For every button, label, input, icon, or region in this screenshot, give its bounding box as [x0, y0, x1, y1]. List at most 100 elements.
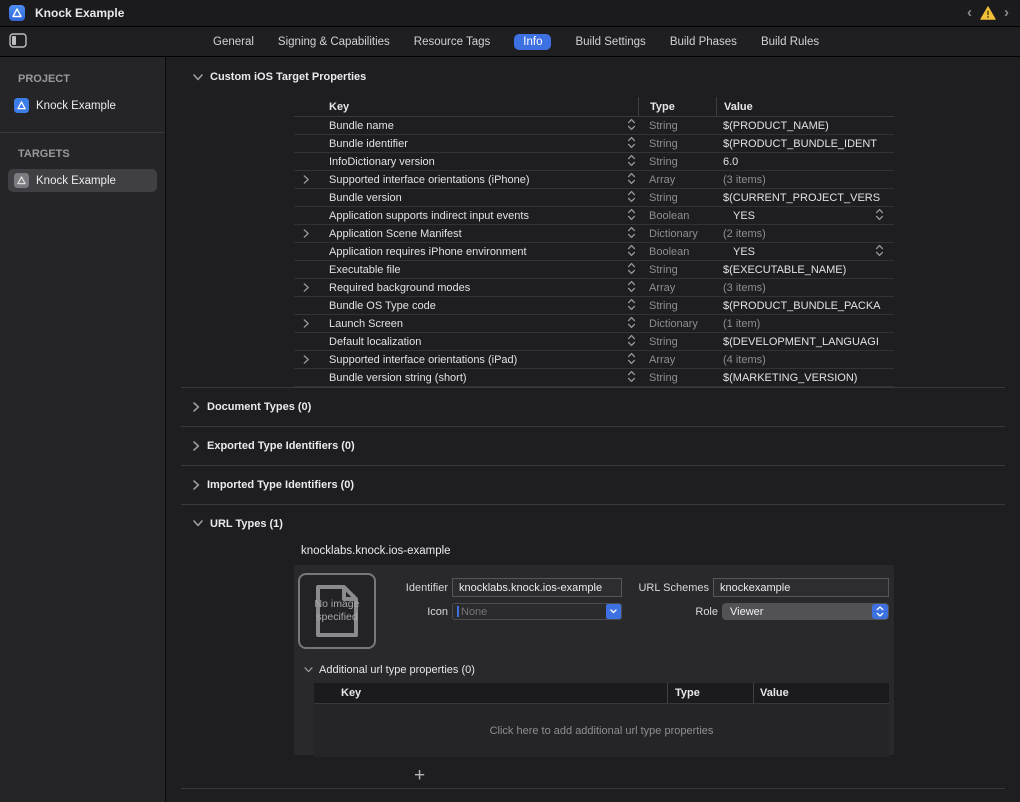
expand-cell[interactable] — [294, 319, 316, 328]
section-custom-ios-target-properties[interactable]: Custom iOS Target Properties — [181, 57, 1005, 97]
property-row[interactable]: Default localizationString$(DEVELOPMENT_… — [294, 333, 894, 351]
property-value-cell[interactable]: (3 items) — [716, 282, 894, 294]
property-type[interactable]: Array — [638, 354, 716, 366]
property-type[interactable]: Array — [638, 174, 716, 186]
property-type[interactable]: Array — [638, 282, 716, 294]
property-row[interactable]: Bundle nameString$(PRODUCT_NAME) — [294, 117, 894, 135]
key-stepper[interactable] — [627, 190, 636, 206]
tab-build-settings[interactable]: Build Settings — [575, 34, 645, 50]
property-type[interactable]: String — [638, 156, 716, 168]
back-chevron-icon[interactable]: ‹ — [967, 6, 972, 20]
tab-signing-capabilities[interactable]: Signing & Capabilities — [278, 34, 390, 50]
property-key: Bundle identifier — [329, 138, 408, 150]
property-row[interactable]: Bundle versionString$(CURRENT_PROJECT_VE… — [294, 189, 894, 207]
property-row[interactable]: Required background modesArray(3 items) — [294, 279, 894, 297]
key-stepper[interactable] — [627, 280, 636, 296]
additional-url-type-properties-header[interactable]: Additional url type properties (0) — [304, 664, 889, 676]
property-row[interactable]: InfoDictionary versionString6.0 — [294, 153, 894, 171]
key-stepper[interactable] — [627, 298, 636, 314]
tab-build-rules[interactable]: Build Rules — [761, 34, 819, 50]
value-stepper[interactable] — [875, 208, 884, 224]
sidebar-item-project[interactable]: Knock Example — [8, 94, 157, 117]
key-stepper[interactable] — [627, 370, 636, 386]
key-stepper[interactable] — [627, 154, 636, 170]
add-properties-placeholder[interactable]: Click here to add additional url type pr… — [314, 703, 889, 757]
property-value-cell[interactable]: (1 item) — [716, 318, 894, 330]
property-value-cell[interactable]: (2 items) — [716, 228, 894, 240]
section-exported-type-identifiers[interactable]: Exported Type Identifiers (0) — [181, 426, 1005, 465]
property-value-cell[interactable]: $(PRODUCT_NAME) — [716, 120, 894, 132]
property-key: Supported interface orientations (iPhone… — [329, 174, 530, 186]
tab-build-phases[interactable]: Build Phases — [670, 34, 737, 50]
property-type[interactable]: String — [638, 372, 716, 384]
additional-title: Additional url type properties (0) — [319, 664, 475, 676]
expand-cell[interactable] — [294, 283, 316, 292]
section-document-types[interactable]: Document Types (0) — [181, 387, 1005, 426]
property-value-cell[interactable]: $(MARKETING_VERSION) — [716, 372, 894, 384]
key-stepper[interactable] — [627, 208, 636, 224]
property-row[interactable]: Application supports indirect input even… — [294, 207, 894, 225]
property-type[interactable]: String — [638, 138, 716, 150]
stepper-icon — [627, 154, 636, 167]
property-type[interactable]: String — [638, 336, 716, 348]
key-stepper[interactable] — [627, 136, 636, 152]
property-row[interactable]: Supported interface orientations (iPad)A… — [294, 351, 894, 369]
property-value-cell[interactable]: $(CURRENT_PROJECT_VERS — [716, 192, 894, 204]
property-type[interactable]: Boolean — [638, 210, 716, 222]
section-imported-type-identifiers[interactable]: Imported Type Identifiers (0) — [181, 465, 1005, 504]
role-popup-button[interactable]: Viewer — [722, 603, 889, 620]
tab-general[interactable]: General — [213, 34, 254, 50]
property-type[interactable]: String — [638, 300, 716, 312]
key-stepper[interactable] — [627, 352, 636, 368]
key-stepper[interactable] — [627, 244, 636, 260]
tab-resource-tags[interactable]: Resource Tags — [414, 34, 491, 50]
property-type[interactable]: String — [638, 120, 716, 132]
property-row[interactable]: Bundle OS Type codeString$(PRODUCT_BUNDL… — [294, 297, 894, 315]
expand-chevron-icon — [303, 175, 310, 184]
property-type[interactable]: Boolean — [638, 246, 716, 258]
property-value-cell[interactable]: (4 items) — [716, 354, 894, 366]
icon-combobox[interactable]: None — [452, 603, 622, 620]
property-value-cell[interactable]: 6.0 — [716, 156, 894, 168]
property-type[interactable]: String — [638, 264, 716, 276]
sidebar-item-target[interactable]: Knock Example — [8, 169, 157, 192]
forward-chevron-icon[interactable]: › — [1004, 6, 1009, 20]
property-value-cell[interactable]: $(PRODUCT_BUNDLE_IDENT — [716, 138, 894, 150]
property-row[interactable]: Supported interface orientations (iPhone… — [294, 171, 894, 189]
column-header-value: Value — [716, 97, 894, 116]
identifier-field[interactable]: knocklabs.knock.ios-example — [452, 578, 622, 597]
key-stepper[interactable] — [627, 316, 636, 332]
sidebar-toggle-icon[interactable] — [9, 33, 27, 51]
key-stepper[interactable] — [627, 172, 636, 188]
section-url-types[interactable]: URL Types (1) — [181, 504, 1005, 542]
combo-arrow-icon[interactable] — [606, 604, 621, 619]
property-value-cell[interactable]: $(EXECUTABLE_NAME) — [716, 264, 894, 276]
url-type-image-well[interactable]: No image specified — [298, 573, 376, 649]
key-stepper[interactable] — [627, 334, 636, 350]
property-type[interactable]: Dictionary — [638, 318, 716, 330]
property-row[interactable]: Bundle identifier String$(PRODUCT_BUNDLE_… — [294, 135, 894, 153]
property-row[interactable]: Bundle version string (short)String$(MAR… — [294, 369, 894, 387]
expand-cell[interactable] — [294, 175, 316, 184]
key-stepper[interactable] — [627, 262, 636, 278]
value-stepper[interactable] — [875, 244, 884, 260]
property-value-cell[interactable]: (3 items) — [716, 174, 894, 186]
property-value-cell[interactable]: $(DEVELOPMENT_LANGUAGI — [716, 336, 894, 348]
property-value-cell[interactable]: YES — [716, 208, 894, 224]
property-type[interactable]: Dictionary — [638, 228, 716, 240]
url-schemes-field[interactable]: knockexample — [713, 578, 889, 597]
add-url-type-button[interactable]: + — [414, 766, 425, 785]
expand-cell[interactable] — [294, 229, 316, 238]
property-type[interactable]: String — [638, 192, 716, 204]
property-value-cell[interactable]: YES — [716, 244, 894, 260]
key-stepper[interactable] — [627, 226, 636, 242]
property-row[interactable]: Executable fileString$(EXECUTABLE_NAME) — [294, 261, 894, 279]
tab-info[interactable]: Info — [514, 34, 551, 50]
warning-icon[interactable] — [980, 6, 996, 20]
property-row[interactable]: Application requires iPhone environmentB… — [294, 243, 894, 261]
property-value-cell[interactable]: $(PRODUCT_BUNDLE_PACKA — [716, 300, 894, 312]
property-row[interactable]: Application Scene ManifestDictionary(2 i… — [294, 225, 894, 243]
key-stepper[interactable] — [627, 118, 636, 134]
expand-cell[interactable] — [294, 355, 316, 364]
property-row[interactable]: Launch ScreenDictionary(1 item) — [294, 315, 894, 333]
